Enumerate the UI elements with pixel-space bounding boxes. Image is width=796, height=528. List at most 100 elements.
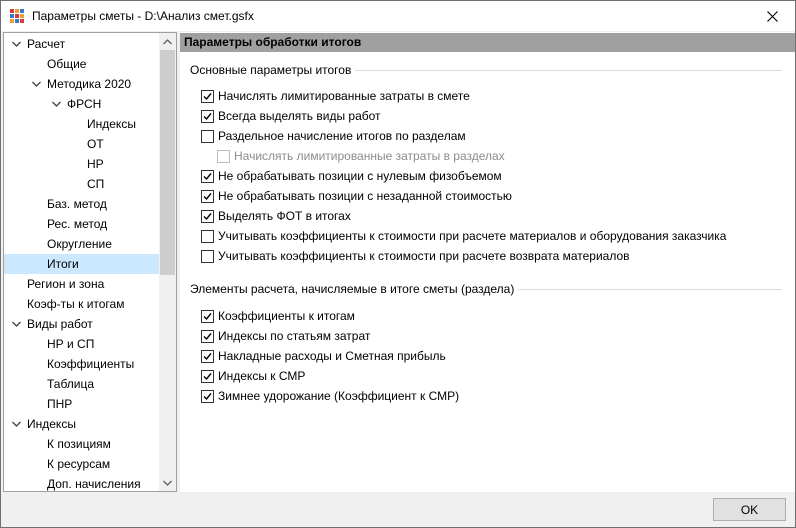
option-checkbox-row[interactable]: Выделять ФОТ в итогах [201,207,351,225]
tree-item[interactable]: Индексы [4,414,159,434]
group-title-main: Основные параметры итогов [190,63,356,77]
checkbox-label: Зимнее удорожание (Коэффициент к СМР) [218,389,460,403]
ok-button[interactable]: OK [713,498,786,521]
checkbox-label: Учитывать коэффициенты к стоимости при р… [218,249,630,263]
checkbox[interactable] [201,389,214,403]
option-checkbox-row[interactable]: Учитывать коэффициенты к стоимости при р… [201,227,726,245]
checkbox[interactable] [201,329,214,343]
tree-item[interactable]: К ресурсам [4,454,159,474]
tree-item[interactable]: СП [4,174,159,194]
option-checkbox-row: Начислять лимитированные затраты в разде… [217,147,505,165]
tree-item-label: Доп. начисления [47,477,141,491]
tree-item-label: Индексы [27,417,76,431]
expand-toggle[interactable] [30,74,42,94]
tree-item[interactable]: Итоги [4,254,159,274]
tree-item-label: СП [87,177,105,191]
tree-item[interactable]: Баз. метод [4,194,159,214]
tree-item[interactable]: Общие [4,54,159,74]
checkmark-icon [203,172,212,180]
chevron-down-icon [11,41,21,47]
option-checkbox-row[interactable]: Индексы по статьям затрат [201,327,370,345]
option-checkbox-row[interactable]: Коэффициенты к итогам [201,307,355,325]
tree-item[interactable]: Расчет [4,34,159,54]
tree-item[interactable]: Регион и зона [4,274,159,294]
tree-item-label: Округление [47,237,112,251]
checkbox[interactable] [201,229,214,243]
tree-item[interactable]: Виды работ [4,314,159,334]
tree-item[interactable]: НР и СП [4,334,159,354]
checkmark-icon [203,352,212,360]
checkbox-label: Не обрабатывать позиции с незаданной сто… [218,189,512,203]
window-title: Параметры сметы - D:\Анализ смет.gsfx [32,9,254,23]
tree-item[interactable]: Рес. метод [4,214,159,234]
option-checkbox-row[interactable]: Начислять лимитированные затраты в смете [201,87,470,105]
tree-item-label: Методика 2020 [47,77,132,91]
tree-item[interactable]: ОТ [4,134,159,154]
tree-vertical-scrollbar[interactable] [159,33,176,491]
checkbox-label: Не обрабатывать позиции с нулевым физобъ… [218,169,502,183]
section-header: Параметры обработки итогов [180,33,795,52]
tree-item[interactable]: К позициям [4,434,159,454]
tree-item-label: К ресурсам [47,457,111,471]
checkbox[interactable] [201,309,214,323]
tree-item[interactable]: Округление [4,234,159,254]
checkbox[interactable] [201,169,214,183]
checkbox[interactable] [201,349,214,363]
tree-item[interactable]: Коэф-ты к итогам [4,294,159,314]
tree-item-label: НР [87,157,104,171]
tree-item[interactable]: Доп. начисления [4,474,159,491]
expand-toggle[interactable] [50,94,62,114]
title-bar: Параметры сметы - D:\Анализ смет.gsfx [1,1,795,31]
tree-item[interactable]: Коэффициенты [4,354,159,374]
option-checkbox-row[interactable]: Зимнее удорожание (Коэффициент к СМР) [201,387,459,405]
tree-item[interactable]: ПНР [4,394,159,414]
checkbox-label: Начислять лимитированные затраты в разде… [234,149,505,163]
checkmark-icon [203,332,212,340]
group-title-elements: Элементы расчета, начисляемые в итоге см… [190,282,519,296]
checkbox-label: Всегда выделять виды работ [218,109,381,123]
tree-item[interactable]: НР [4,154,159,174]
tree-item-label: Регион и зона [27,277,105,291]
checkbox[interactable] [201,89,214,103]
tree-item-label: Таблица [47,377,95,391]
checkbox-label: Учитывать коэффициенты к стоимости при р… [218,229,727,243]
settings-tree[interactable]: Расчет Общие Методика 2020 ФРСН Индексы ОТ НР С… [3,32,177,492]
close-button[interactable] [749,1,795,31]
option-checkbox-row[interactable]: Индексы к СМР [201,367,305,385]
app-icon [9,8,25,24]
checkbox[interactable] [201,189,214,203]
expand-toggle[interactable] [10,414,22,434]
tree-item-label: К позициям [47,437,111,451]
expand-toggle[interactable] [10,34,22,54]
checkbox[interactable] [201,209,214,223]
option-checkbox-row[interactable]: Учитывать коэффициенты к стоимости при р… [201,247,630,265]
tree-item[interactable]: ФРСН [4,94,159,114]
checkbox[interactable] [201,249,214,263]
checkbox [217,149,230,163]
expand-toggle[interactable] [10,314,22,334]
settings-content-panel: Параметры обработки итогов Основные пара… [180,32,795,492]
tree-item[interactable]: Таблица [4,374,159,394]
scroll-thumb[interactable] [160,50,175,275]
option-checkbox-row[interactable]: Не обрабатывать позиции с незаданной сто… [201,187,512,205]
settings-dialog: Параметры сметы - D:\Анализ смет.gsfx Ра… [0,0,796,528]
checkbox[interactable] [201,109,214,123]
checkbox-label: Коэффициенты к итогам [218,309,355,323]
chevron-down-icon [51,101,61,107]
chevron-up-icon [163,38,172,44]
scroll-up-button[interactable] [159,33,176,50]
chevron-down-icon [163,480,172,486]
tree-item[interactable]: Индексы [4,114,159,134]
option-checkbox-row[interactable]: Раздельное начисление итогов по разделам [201,127,466,145]
option-checkbox-row[interactable]: Не обрабатывать позиции с нулевым физобъ… [201,167,502,185]
tree-item-label: ПНР [47,397,73,411]
checkbox[interactable] [201,369,214,383]
checkbox[interactable] [201,129,214,143]
option-checkbox-row[interactable]: Всегда выделять виды работ [201,107,381,125]
checkmark-icon [203,372,212,380]
tree-item-label: Итоги [47,257,79,271]
tree-item[interactable]: Методика 2020 [4,74,159,94]
checkmark-icon [203,212,212,220]
scroll-down-button[interactable] [159,474,176,491]
option-checkbox-row[interactable]: Накладные расходы и Сметная прибыль [201,347,446,365]
